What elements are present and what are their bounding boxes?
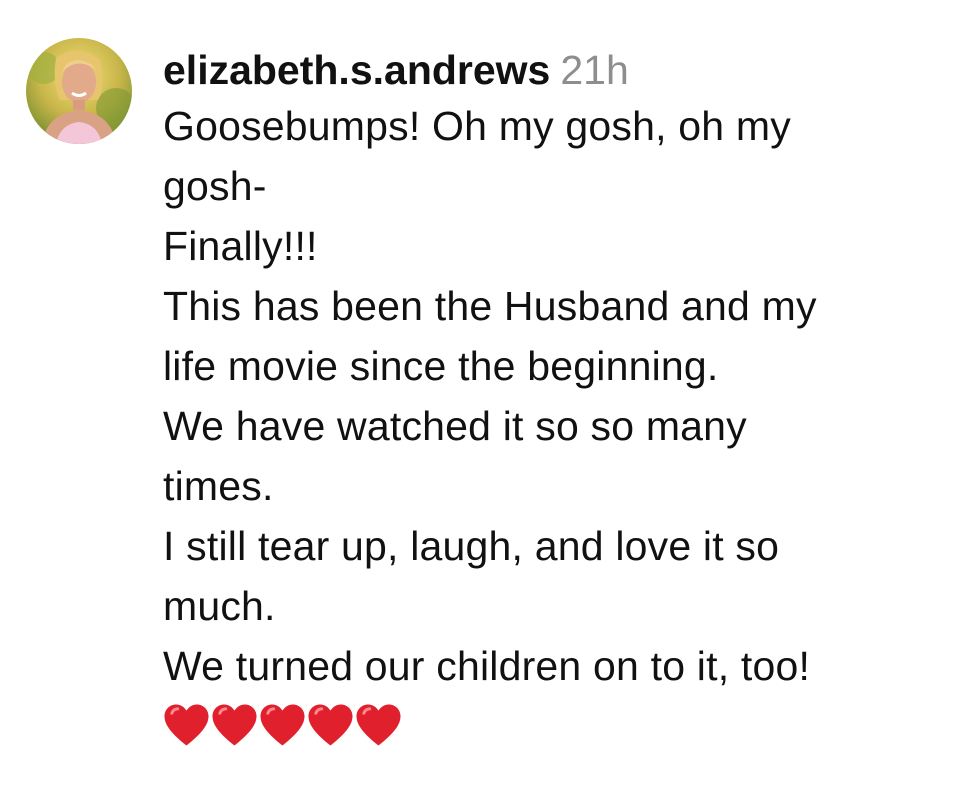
red-heart-icon [212, 704, 257, 746]
comment-text: Goosebumps! Oh my gosh, oh my gosh- Fina… [163, 96, 963, 696]
heart-emoji-row [163, 701, 963, 749]
comment-line: This has been the Husband and my [163, 283, 817, 329]
red-heart-icon [164, 704, 209, 746]
comment-line: life movie since the beginning. [163, 343, 719, 389]
comment-line: gosh- [163, 163, 267, 209]
comment-line: Finally!!! [163, 223, 318, 269]
comment-line: I still tear up, laugh, and love it so [163, 523, 780, 569]
avatar[interactable] [26, 38, 132, 144]
comment-timestamp: 21h [560, 47, 629, 93]
red-heart-icon [356, 704, 401, 746]
comment-line: We have watched it so so many [163, 403, 747, 449]
comment-line: times. [163, 463, 274, 509]
comment-line: We turned our children on to it, too! [163, 643, 811, 689]
red-heart-icon [308, 704, 353, 746]
comment-line: Goosebumps! Oh my gosh, oh my [163, 103, 791, 149]
comment-body: elizabeth.s.andrews 21h Goosebumps! Oh my… [163, 44, 963, 749]
avatar-photo [26, 38, 132, 144]
red-heart-icon [260, 704, 305, 746]
comment-header: elizabeth.s.andrews 21h [163, 44, 963, 96]
username-link[interactable]: elizabeth.s.andrews [163, 47, 550, 93]
comment-line: much. [163, 583, 276, 629]
comment: elizabeth.s.andrews 21h Goosebumps! Oh my… [0, 0, 980, 785]
